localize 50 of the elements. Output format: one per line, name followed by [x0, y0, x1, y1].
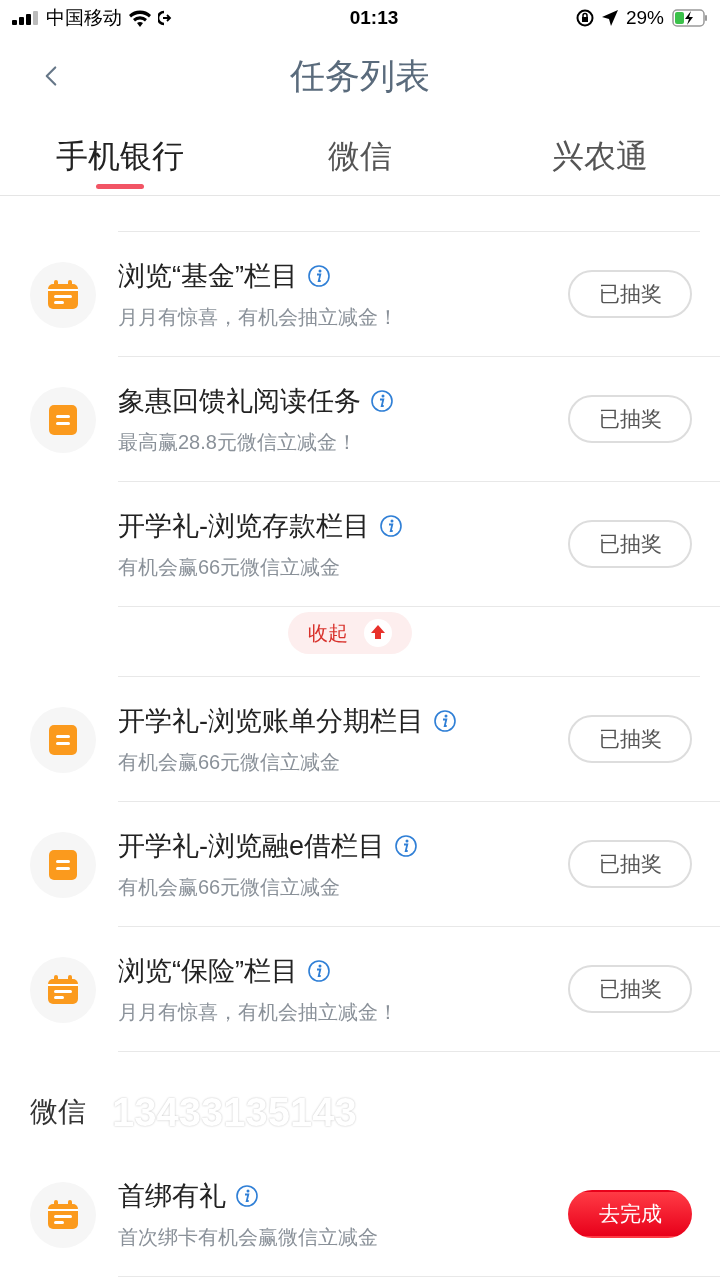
- task-title: 浏览“保险”栏目: [118, 954, 298, 988]
- battery-percent: 29%: [625, 5, 664, 30]
- status-time: 01:13: [349, 5, 399, 30]
- location-arrow-icon: [601, 10, 618, 26]
- battery-charging-icon: [672, 9, 708, 27]
- info-icon[interactable]: [395, 835, 417, 857]
- call-forward-icon: [158, 10, 172, 26]
- info-icon[interactable]: [308, 960, 330, 982]
- wifi-icon: [128, 9, 152, 27]
- info-icon[interactable]: [380, 515, 402, 537]
- page-title: 任务列表: [290, 54, 430, 97]
- collapse-button[interactable]: 收起: [288, 612, 412, 654]
- document-icon: [49, 724, 77, 755]
- info-icon[interactable]: [434, 710, 456, 732]
- calendar-icon: [47, 1199, 79, 1230]
- task-description: 有机会赢66元微信立减金: [118, 875, 342, 901]
- info-icon[interactable]: [371, 390, 393, 412]
- task-title: 象惠回馈礼阅读任务: [118, 384, 361, 418]
- task-title: 开学礼-浏览融e借栏目: [118, 829, 385, 863]
- rotation-lock-icon: [575, 9, 594, 27]
- carrier-name: 中国移动: [46, 5, 122, 30]
- task-description: 月月有惊喜，有机会抽立减金！: [118, 305, 398, 331]
- task-title: 开学礼-浏览账单分期栏目: [118, 704, 424, 738]
- section-heading: 微信: [30, 1095, 86, 1129]
- document-icon: [49, 849, 77, 880]
- task-status-button[interactable]: 已抽奖: [568, 840, 692, 888]
- calendar-icon: [47, 974, 79, 1005]
- task-description: 有机会赢66元微信立减金: [118, 555, 342, 581]
- signal-icon: [12, 11, 40, 25]
- task-status-button[interactable]: 已抽奖: [568, 395, 692, 443]
- tab[interactable]: 手机银行: [56, 116, 184, 195]
- task-title: 开学礼-浏览存款栏目: [118, 509, 370, 543]
- task-description: 有机会赢66元微信立减金: [118, 750, 342, 776]
- info-icon[interactable]: [308, 265, 330, 287]
- task-status-button[interactable]: 已抽奖: [568, 965, 692, 1013]
- task-description: 首次绑卡有机会赢微信立减金: [118, 1225, 378, 1251]
- task-status-button[interactable]: 去完成: [568, 1190, 692, 1238]
- task-status-button[interactable]: 已抽奖: [568, 520, 692, 568]
- info-icon[interactable]: [236, 1185, 258, 1207]
- document-icon: [49, 404, 77, 435]
- task-title: 首绑有礼: [118, 1179, 226, 1213]
- task-description: 最高赢28.8元微信立减金！: [118, 430, 358, 456]
- task-status-button[interactable]: 已抽奖: [568, 715, 692, 763]
- task-status-button[interactable]: 已抽奖: [568, 270, 692, 318]
- calendar-icon: [47, 279, 79, 310]
- tab[interactable]: 微信: [328, 116, 392, 195]
- task-title: 浏览“基金”栏目: [118, 259, 298, 293]
- tab[interactable]: 兴农通: [552, 116, 648, 195]
- arrow-up-icon: [364, 619, 392, 647]
- task-description: 月月有惊喜，有机会抽立减金！: [118, 1000, 398, 1026]
